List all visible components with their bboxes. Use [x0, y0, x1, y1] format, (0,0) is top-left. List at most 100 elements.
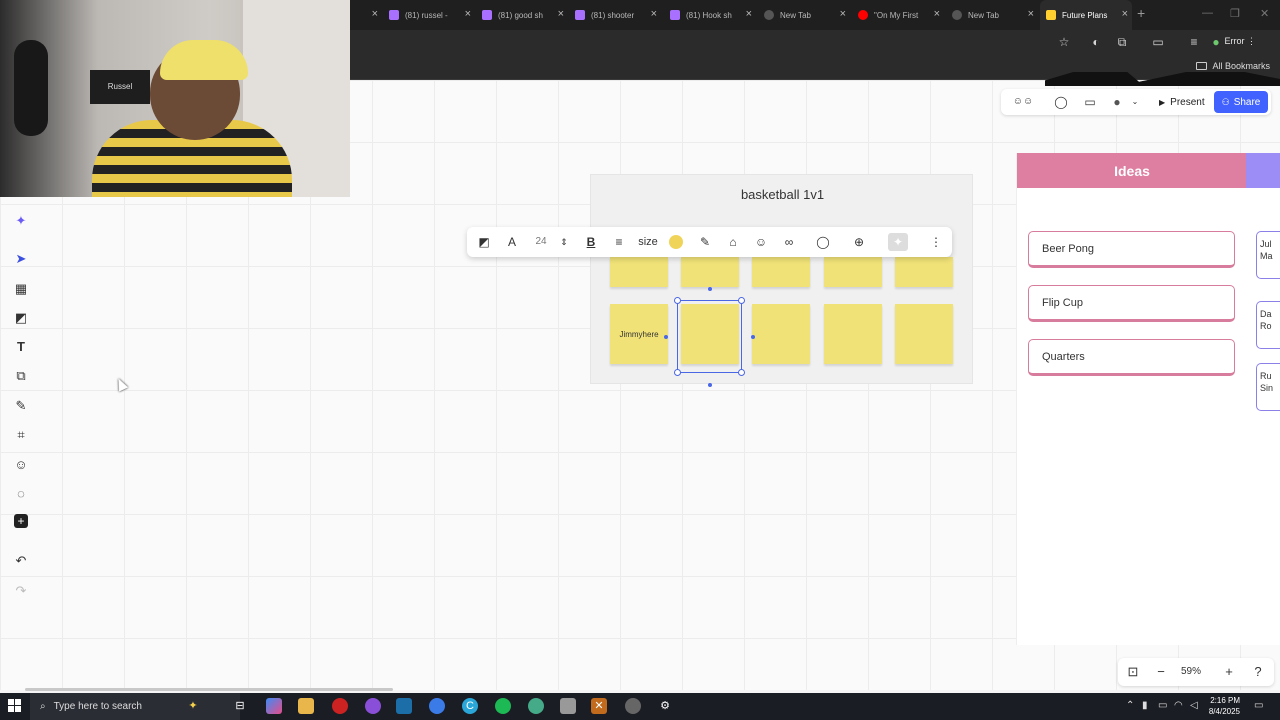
sticky-note[interactable]: [752, 304, 810, 364]
app-icon[interactable]: [429, 698, 445, 714]
steam-icon[interactable]: [396, 698, 412, 714]
comment-icon[interactable]: ◯: [814, 233, 832, 251]
connector-dot[interactable]: [751, 335, 755, 339]
tab-1[interactable]: (81) good sh ×: [476, 0, 568, 30]
profile-error-label[interactable]: Error ⋮: [1224, 36, 1256, 47]
sticky-note[interactable]: [895, 257, 953, 287]
second-kanban-column[interactable]: Jul Ma Da Ro Ru Sin: [1246, 153, 1280, 645]
card[interactable]: Jul Ma: [1256, 231, 1280, 279]
horizontal-scrollbar[interactable]: [25, 688, 393, 691]
window-close-icon[interactable]: ✕: [1260, 7, 1269, 20]
taskbar-clock[interactable]: 2:16 PM 8/4/2025: [1209, 695, 1240, 717]
chevron-up-icon[interactable]: ⌃: [1126, 700, 1134, 711]
tag-icon[interactable]: ⌂: [724, 233, 742, 251]
resize-handle[interactable]: [738, 369, 745, 376]
size-button[interactable]: size: [637, 233, 659, 251]
close-icon[interactable]: ×: [651, 8, 657, 20]
app-icon[interactable]: [365, 698, 381, 714]
sticky-note[interactable]: [824, 304, 882, 364]
close-icon[interactable]: ×: [465, 8, 471, 20]
weather-widget-icon[interactable]: ✦: [185, 698, 201, 714]
star-icon[interactable]: ☆: [1056, 34, 1072, 50]
avatar[interactable]: ●: [1109, 94, 1125, 110]
video-icon[interactable]: ▭: [1082, 94, 1098, 110]
present-button[interactable]: ▶ Present: [1153, 92, 1211, 112]
cast-icon[interactable]: ▭: [1150, 34, 1166, 50]
file-explorer-icon[interactable]: [298, 698, 314, 714]
resize-handle[interactable]: [674, 297, 681, 304]
connector-dot[interactable]: [708, 383, 712, 387]
profile-icon[interactable]: ●: [1208, 34, 1224, 50]
select-cursor-icon[interactable]: ➤: [12, 250, 30, 268]
font-size-value[interactable]: 24: [531, 233, 551, 251]
sticky-note-icon[interactable]: ◩: [12, 309, 30, 327]
taskbar-search-box[interactable]: ⌕ Type here to search: [30, 693, 240, 720]
card[interactable]: Ru Sin: [1256, 363, 1280, 411]
new-tab-icon[interactable]: +: [1137, 5, 1145, 21]
microphone-tray-icon[interactable]: ▮: [1142, 700, 1148, 711]
spotify-icon[interactable]: [495, 698, 511, 714]
font-size-stepper-icon[interactable]: ⇕: [557, 233, 571, 251]
chrome-icon[interactable]: [528, 698, 544, 714]
templates-icon[interactable]: ▦: [12, 280, 30, 298]
extension-icon[interactable]: ◐: [1088, 34, 1104, 50]
color-swatch[interactable]: [669, 235, 683, 249]
zoom-in-icon[interactable]: +: [1220, 663, 1238, 681]
sticky-note[interactable]: [681, 257, 739, 287]
reading-list-icon[interactable]: ≡: [1186, 34, 1202, 50]
chat-icon[interactable]: ◯: [1053, 94, 1069, 110]
sticky-type-icon[interactable]: ◩: [475, 233, 493, 251]
reactions-icon[interactable]: ☺☺: [1009, 94, 1037, 110]
zoom-level[interactable]: 59%: [1181, 666, 1201, 677]
font-icon[interactable]: A: [503, 233, 521, 251]
close-icon[interactable]: ×: [1122, 8, 1128, 20]
maximize-icon[interactable]: ❐: [1230, 7, 1240, 20]
add-icon[interactable]: +: [14, 514, 28, 528]
zoom-out-icon[interactable]: −: [1152, 663, 1170, 681]
close-icon[interactable]: ×: [372, 8, 378, 20]
sticky-note-jimmy[interactable]: Jimmyhere: [610, 304, 668, 364]
connector-dot[interactable]: [708, 287, 712, 291]
network-icon[interactable]: ▭: [1158, 700, 1167, 711]
tab-2[interactable]: (81) shooter ×: [569, 0, 661, 30]
fit-to-screen-icon[interactable]: ⊡: [1124, 663, 1142, 681]
idea-card[interactable]: Quarters: [1028, 339, 1235, 376]
all-bookmarks-button[interactable]: All Bookmarks: [1196, 61, 1270, 71]
tab-5[interactable]: "On My First ×: [852, 0, 944, 30]
resize-handle[interactable]: [738, 297, 745, 304]
ai-sparkle-icon[interactable]: ✦: [12, 212, 30, 230]
pen-icon[interactable]: ✎: [12, 397, 30, 415]
app-icon[interactable]: C: [462, 698, 478, 714]
tab-4[interactable]: New Tab ×: [758, 0, 850, 30]
minimize-icon[interactable]: —: [1202, 7, 1213, 19]
tab-3[interactable]: (81) Hook sh ×: [664, 0, 756, 30]
task-view-icon[interactable]: ⊟: [232, 698, 248, 714]
close-icon[interactable]: ×: [558, 8, 564, 20]
settings-gear-icon[interactable]: ⚙: [657, 698, 673, 714]
undo-icon[interactable]: ↶: [12, 552, 30, 570]
draw-icon[interactable]: ✎: [696, 233, 714, 251]
align-icon[interactable]: ≡: [610, 233, 628, 251]
app-icon[interactable]: [625, 698, 641, 714]
sticky-note[interactable]: [824, 257, 882, 287]
comment-icon[interactable]: ◌: [12, 485, 30, 503]
ideas-kanban-column[interactable]: Ideas Beer Pong Flip Cup Quarters: [1016, 153, 1247, 645]
tab-partial[interactable]: ×: [352, 0, 382, 30]
idea-card[interactable]: Flip Cup: [1028, 285, 1235, 322]
close-icon[interactable]: ×: [840, 8, 846, 20]
windows-start-icon[interactable]: [8, 699, 22, 713]
redo-icon[interactable]: ↷: [12, 582, 30, 600]
frame-icon[interactable]: ⌗: [12, 426, 30, 444]
close-icon[interactable]: ×: [1028, 8, 1034, 20]
puzzle-icon[interactable]: ⧉: [1114, 34, 1130, 50]
lock-icon[interactable]: ⊕: [850, 233, 868, 251]
tab-0[interactable]: (81) russel - ×: [383, 0, 475, 30]
shapes-icon[interactable]: ⧉: [12, 367, 30, 385]
bold-icon[interactable]: B: [582, 233, 600, 251]
sticky-note[interactable]: [895, 304, 953, 364]
card[interactable]: Da Ro: [1256, 301, 1280, 349]
volume-icon[interactable]: ◁: [1190, 700, 1198, 711]
app-icon[interactable]: [560, 698, 576, 714]
chevron-down-icon[interactable]: ⌄: [1127, 94, 1143, 110]
column-header[interactable]: [1246, 153, 1280, 188]
